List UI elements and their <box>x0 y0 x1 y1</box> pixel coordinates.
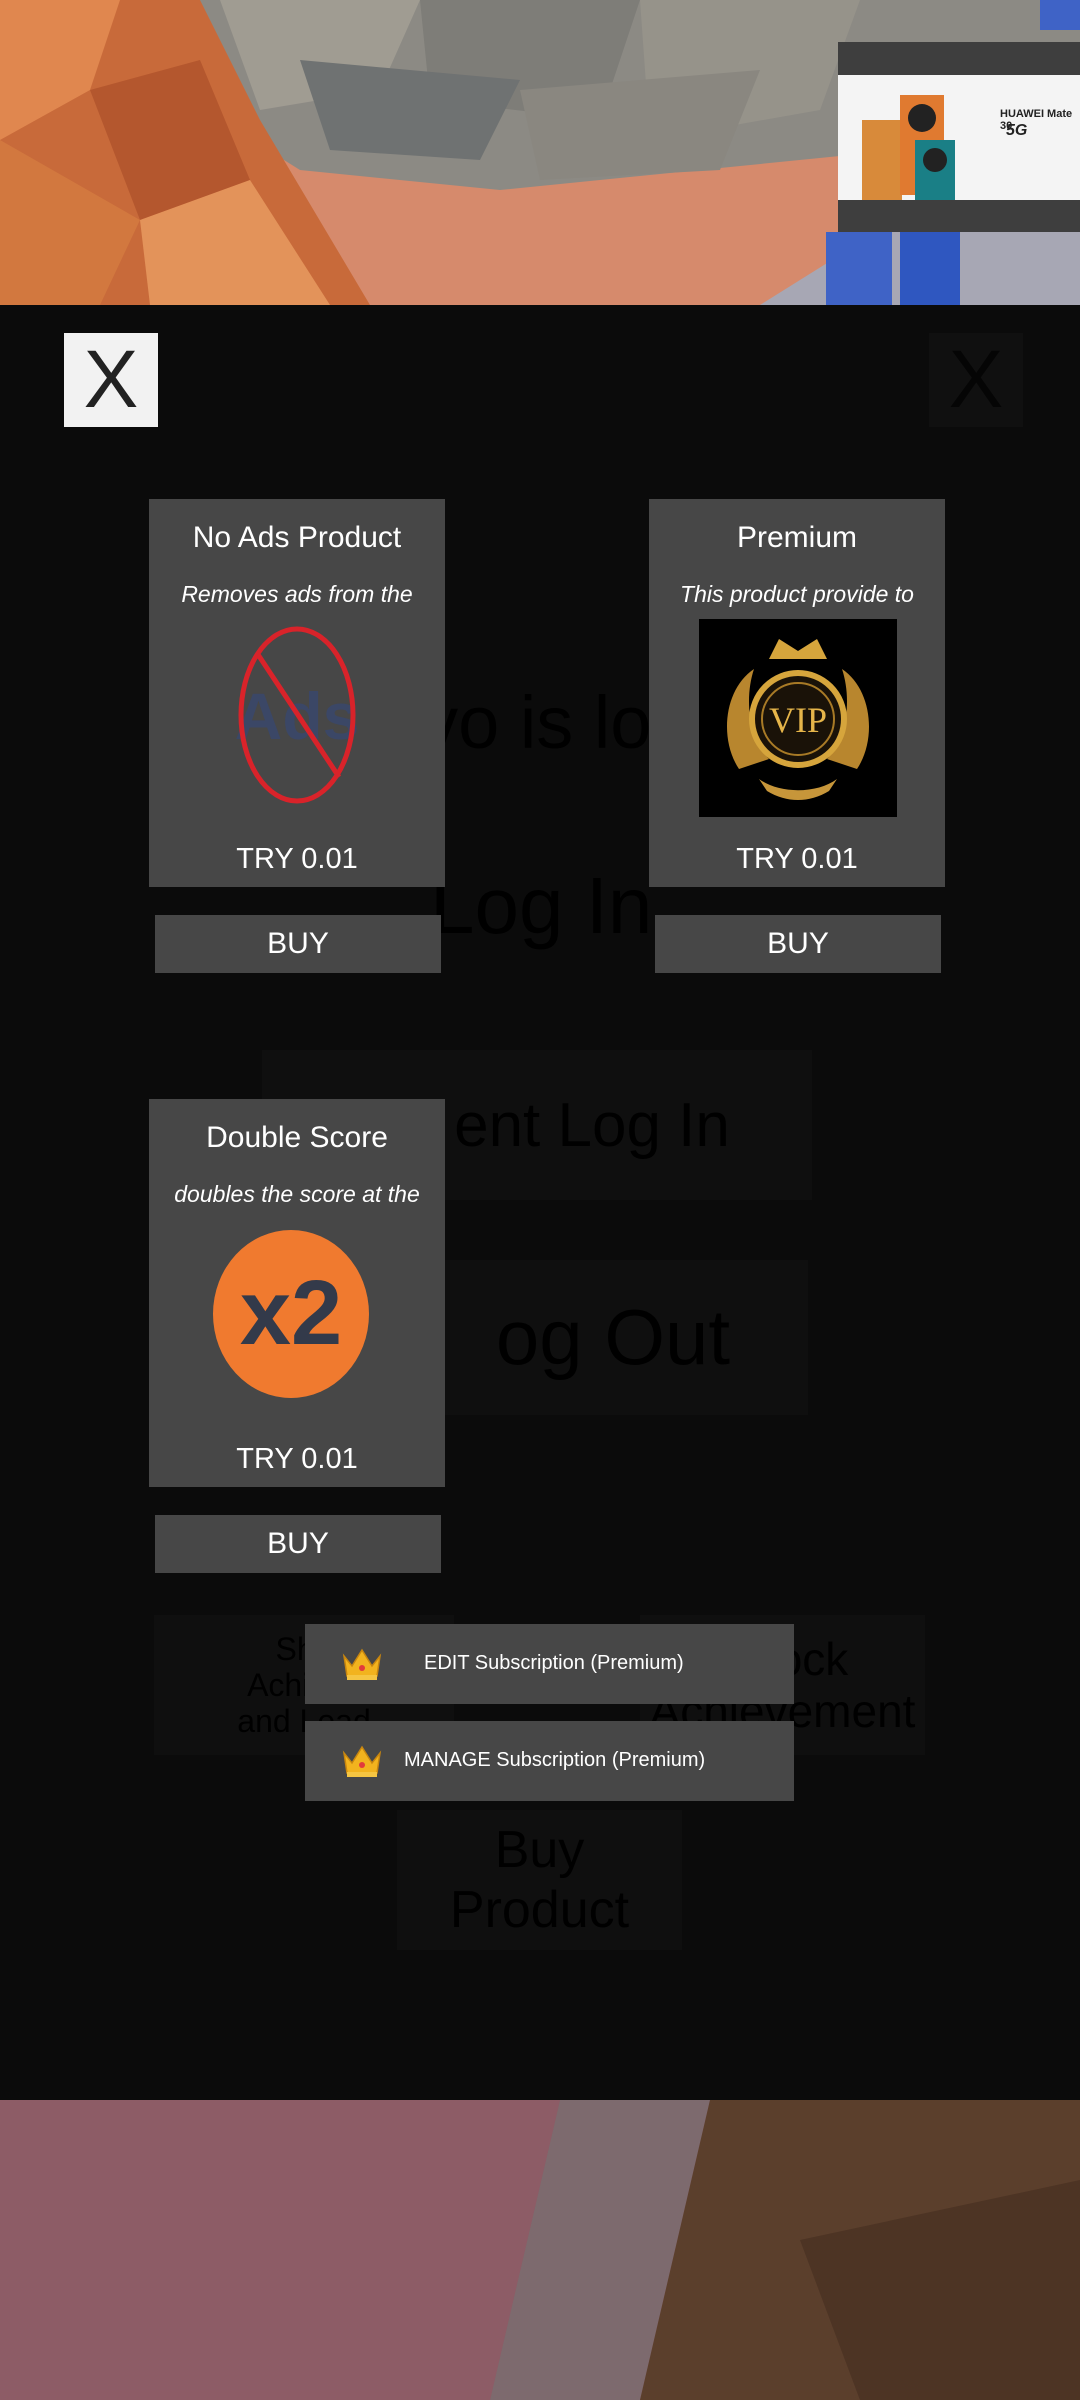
edit-subscription-label: EDIT Subscription (Premium) <box>424 1652 684 1674</box>
bg-log-in-button: Log In <box>430 861 653 950</box>
product-price: TRY 0.01 <box>236 1443 358 1475</box>
bg-buy-product-button: Buy Product <box>397 1810 682 1950</box>
buy-button-double-score[interactable]: BUY <box>155 1515 441 1573</box>
vip-icon-text: VIP <box>769 700 827 740</box>
product-price: TRY 0.01 <box>236 843 358 875</box>
bg-silent-log-in-label: ent Log In <box>454 1090 730 1160</box>
bg-log-out-label: og Out <box>495 1293 731 1381</box>
crown-icon <box>341 1743 383 1779</box>
product-card-premium: Premium This product provide to VIP TRY … <box>649 499 945 887</box>
product-description: This product provide to <box>680 581 914 607</box>
no-ads-icon: Ads <box>235 625 359 805</box>
game-scene-top: HUAWEI Mate 30 5G <box>0 0 1080 305</box>
crown-icon <box>341 1646 383 1682</box>
product-description: doubles the score at the <box>174 1181 420 1207</box>
manage-subscription-label: MANAGE Subscription (Premium) <box>404 1749 706 1771</box>
product-price: TRY 0.01 <box>736 843 858 875</box>
product-title: Premium <box>736 521 857 554</box>
manage-subscription-button[interactable]: MANAGE Subscription (Premium) <box>305 1721 794 1801</box>
product-title: No Ads Product <box>192 521 402 554</box>
x2-icon: x2 <box>211 1229 371 1399</box>
product-description: Removes ads from the <box>181 581 413 607</box>
close-button[interactable]: X <box>64 333 158 427</box>
buy-button-premium[interactable]: BUY <box>655 915 941 973</box>
game-scene-bottom <box>0 2100 1080 2400</box>
billboard-tagline: 5G <box>1006 122 1028 139</box>
product-card-double-score: Double Score doubles the score at the x2… <box>149 1099 445 1487</box>
bg-buy-line2: Product <box>449 1881 630 1939</box>
bg-buy-line1: Buy <box>494 1821 585 1879</box>
buy-button-no-ads[interactable]: BUY <box>155 915 441 973</box>
vip-icon: VIP <box>699 619 897 817</box>
x2-icon-text: x2 <box>240 1262 342 1364</box>
product-card-no-ads: No Ads Product Removes ads from the Ads … <box>149 499 445 887</box>
bg-log-out-button: og Out <box>418 1260 808 1415</box>
product-title: Double Score <box>206 1121 388 1154</box>
close-button-background: X <box>929 333 1023 427</box>
edit-subscription-button[interactable]: EDIT Subscription (Premium) <box>305 1624 794 1704</box>
